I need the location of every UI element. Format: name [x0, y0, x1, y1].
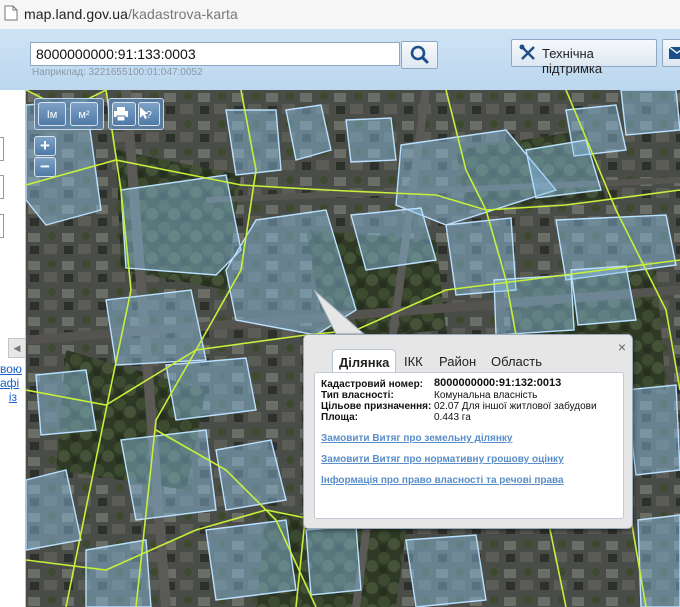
- ownership-info-link[interactable]: Інформація про право власності та речові…: [321, 475, 564, 486]
- search-button[interactable]: [401, 41, 438, 69]
- left-panel-field[interactable]: [0, 214, 4, 238]
- order-extract-valuation-link[interactable]: Замовити Витяг про нормативну грошову оц…: [321, 454, 564, 465]
- left-panel-link[interactable]: вою: [0, 362, 22, 376]
- url-text[interactable]: map.land.gov.ua/kadastrova-karta: [24, 6, 238, 22]
- left-panel-link[interactable]: із: [0, 390, 17, 404]
- search-hint: Наприклад: 3221655100:01:047:0052: [32, 67, 203, 78]
- url-path: /kadastrova-karta: [127, 6, 238, 22]
- tab-region[interactable]: Область: [485, 349, 548, 372]
- tab-ikk[interactable]: ІКК: [398, 349, 429, 372]
- identify-button[interactable]: ?: [138, 102, 160, 126]
- measure-area-button[interactable]: м²: [70, 102, 98, 126]
- tech-support-button[interactable]: Технічна підтримка: [511, 39, 657, 76]
- info-toolbar: ?: [108, 98, 164, 130]
- zoom-in-button[interactable]: +: [34, 136, 56, 156]
- tech-support-label: Технічна підтримка: [542, 46, 603, 76]
- cursor-icon: [140, 107, 148, 119]
- field-key: Тип власності:: [321, 390, 394, 401]
- parcel-info-popup: × Ділянка ІКК Район Область Кадастровий …: [303, 334, 633, 529]
- left-panel: ◀ вою афі із: [0, 90, 26, 607]
- tab-parcel[interactable]: Ділянка: [332, 349, 397, 372]
- search-icon: [410, 45, 429, 64]
- left-panel-field[interactable]: [0, 137, 4, 161]
- left-panel-link[interactable]: афі: [0, 376, 19, 390]
- page-icon: [4, 5, 18, 21]
- field-key: Площа:: [321, 412, 358, 423]
- collapse-panel-button[interactable]: ◀: [8, 338, 26, 358]
- measure-length-icon: Iм: [46, 109, 58, 121]
- print-button[interactable]: [112, 102, 136, 126]
- mail-button[interactable]: [662, 39, 680, 67]
- field-value: 0.443 га: [434, 412, 471, 423]
- mail-icon: [668, 46, 680, 59]
- url-host: map.land.gov.ua: [24, 6, 128, 22]
- measure-length-button[interactable]: Iм: [38, 102, 66, 126]
- field-value: 02.07 Для іншої житлової забудови: [434, 401, 597, 412]
- close-icon[interactable]: ×: [618, 339, 626, 355]
- print-icon: [114, 107, 128, 121]
- tab-district[interactable]: Район: [433, 349, 482, 372]
- zoom-out-button[interactable]: −: [34, 157, 56, 177]
- tools-icon: [519, 44, 535, 60]
- order-extract-land-link[interactable]: Замовити Витяг про земельну ділянку: [321, 433, 512, 444]
- measure-area-icon: м²: [78, 109, 90, 121]
- left-panel-field[interactable]: [0, 175, 4, 199]
- parcel-details: Кадастровий номер: 8000000000:91:132:001…: [314, 372, 624, 519]
- site-header: Наприклад: 3221655100:01:047:0052 Техніч…: [0, 29, 680, 91]
- field-value: 8000000000:91:132:0013: [434, 377, 562, 389]
- field-key: Цільове призначення:: [321, 401, 432, 412]
- browser-url-bar[interactable]: map.land.gov.ua/kadastrova-karta: [0, 0, 680, 30]
- field-key: Кадастровий номер:: [321, 379, 424, 390]
- measure-toolbar: Iм м²: [34, 98, 104, 130]
- cadastral-search-input[interactable]: [30, 42, 400, 66]
- field-value: Комунальна власність: [434, 390, 538, 401]
